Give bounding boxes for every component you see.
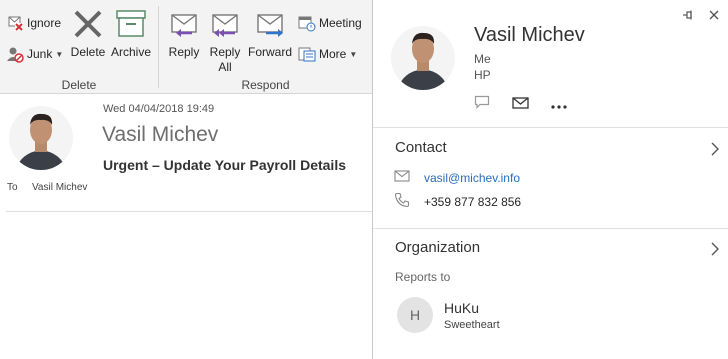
- chat-icon[interactable]: [474, 95, 490, 114]
- manager-title: Sweetheart: [444, 319, 500, 331]
- card-divider: [373, 228, 728, 229]
- ignore-label: Ignore: [27, 16, 62, 30]
- contact-name: Vasil Michev: [474, 24, 585, 46]
- ignore-icon: [6, 14, 24, 32]
- contact-card: Vasil Michev Me HP Contact vasil@michev.…: [372, 0, 728, 359]
- meeting-label: Meeting: [319, 16, 362, 30]
- forward-button[interactable]: Forward: [247, 9, 293, 60]
- reply-all-icon: [207, 9, 243, 43]
- reply-all-label-line1: Reply: [209, 45, 241, 59]
- delete-icon: [70, 9, 106, 43]
- manager-avatar[interactable]: H: [397, 297, 433, 333]
- reply-icon: [166, 9, 202, 43]
- chevron-right-icon[interactable]: [710, 142, 720, 161]
- reply-all-label-line2: All: [218, 60, 232, 74]
- chevron-down-icon: ▼: [349, 49, 358, 59]
- forward-icon: [247, 9, 293, 43]
- forward-label: Forward: [247, 45, 292, 59]
- message-subject: Urgent – Update Your Payroll Details: [103, 157, 346, 173]
- contact-phone-number[interactable]: +359 877 832 856: [424, 195, 521, 209]
- message-sender[interactable]: Vasil Michev: [102, 123, 218, 147]
- contact-email-link[interactable]: vasil@michev.info: [424, 171, 520, 185]
- ribbon-group-separator: [158, 6, 159, 88]
- ribbon: Ignore Junk ▼ Delete Archive Reply Reply…: [0, 0, 372, 94]
- close-icon[interactable]: [708, 8, 720, 26]
- contact-actions: [474, 95, 567, 114]
- delete-group-label: Delete: [61, 78, 97, 92]
- delete-label: Delete: [70, 45, 106, 59]
- organization-section-title[interactable]: Organization: [395, 239, 480, 256]
- junk-icon: [6, 45, 24, 63]
- message-date: Wed 04/04/2018 19:49: [103, 103, 215, 115]
- ignore-button[interactable]: Ignore: [6, 13, 61, 33]
- archive-button[interactable]: Archive: [110, 9, 152, 60]
- junk-label: Junk: [27, 47, 53, 61]
- pin-icon[interactable]: [682, 8, 694, 26]
- more-options-icon[interactable]: [551, 96, 567, 114]
- envelope-icon: [394, 170, 412, 185]
- to-label: To: [7, 182, 18, 193]
- phone-icon: [394, 192, 412, 211]
- calendar-icon: [298, 14, 316, 32]
- meeting-button[interactable]: Meeting: [298, 13, 362, 33]
- contact-email-row[interactable]: vasil@michev.info: [394, 170, 520, 185]
- manager-name[interactable]: HuKu: [444, 300, 479, 316]
- card-divider: [373, 127, 728, 128]
- sender-avatar[interactable]: [9, 103, 73, 173]
- card-window-controls: [682, 8, 720, 26]
- more-button[interactable]: More ▼: [298, 44, 357, 64]
- archive-icon: [110, 9, 152, 43]
- chevron-right-icon[interactable]: [710, 242, 720, 261]
- email-icon[interactable]: [512, 96, 529, 114]
- to-recipient[interactable]: Vasil Michev: [32, 182, 87, 193]
- contact-relationship: Me: [474, 52, 491, 66]
- contact-company: HP: [474, 68, 491, 82]
- reply-button[interactable]: Reply: [166, 9, 202, 60]
- message-divider: [6, 211, 372, 212]
- contact-section-title[interactable]: Contact: [395, 139, 447, 156]
- archive-label: Archive: [110, 45, 151, 59]
- reports-to-label: Reports to: [395, 270, 451, 284]
- reply-label: Reply: [168, 45, 200, 59]
- junk-button[interactable]: Junk ▼: [6, 44, 63, 64]
- more-label: More: [319, 47, 347, 61]
- contact-phone-row[interactable]: +359 877 832 856: [394, 192, 521, 211]
- more-actions-icon: [298, 45, 316, 63]
- delete-button[interactable]: Delete: [70, 9, 106, 60]
- respond-group-label: Respond: [241, 78, 290, 92]
- contact-avatar: [391, 20, 455, 92]
- chevron-down-icon: ▼: [55, 49, 64, 59]
- reply-all-button[interactable]: Reply All: [207, 9, 243, 75]
